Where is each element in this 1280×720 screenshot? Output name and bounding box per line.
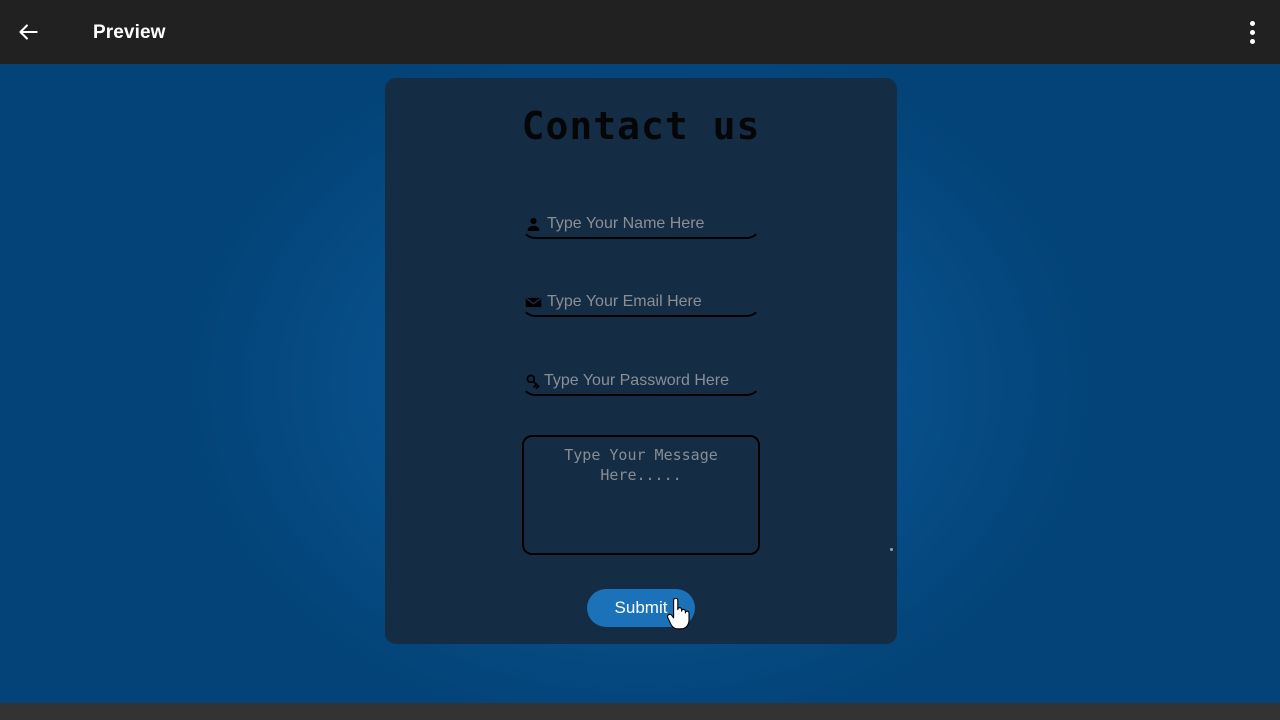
message-field-row <box>385 435 897 555</box>
system-bottom-bar <box>0 703 1280 720</box>
password-field[interactable] <box>521 366 761 396</box>
message-textarea[interactable] <box>522 435 760 555</box>
preview-stage: Contact us Type Your Name Here Type Your… <box>0 64 1280 703</box>
more-vertical-icon-dot-3 <box>1249 38 1255 44</box>
textarea-resize-handle[interactable] <box>890 548 893 551</box>
person-icon <box>523 214 543 234</box>
name-field-row <box>385 209 897 239</box>
page-title: Preview <box>93 21 166 43</box>
email-field-row <box>385 287 897 317</box>
password-field-row <box>385 366 897 396</box>
key-icon <box>523 371 543 391</box>
name-input[interactable] <box>547 211 759 237</box>
back-button[interactable] <box>0 0 56 64</box>
name-field[interactable] <box>521 209 761 239</box>
more-vertical-icon-dot-2 <box>1249 29 1255 35</box>
contact-form-heading: Contact us <box>521 104 761 148</box>
preview-screen: Preview Contact us Type Your Name Here T… <box>0 0 1280 720</box>
password-input[interactable] <box>544 368 759 394</box>
email-field[interactable] <box>521 287 761 317</box>
envelope-icon <box>523 292 543 312</box>
email-input[interactable] <box>547 289 759 315</box>
submit-button[interactable]: Submit <box>586 589 696 628</box>
more-vertical-icon-dot-1 <box>1249 20 1255 26</box>
submit-row: Submit <box>385 589 897 628</box>
app-bar: Preview <box>0 0 1280 64</box>
contact-card: Contact us Type Your Name Here Type Your… <box>385 78 897 644</box>
overflow-menu-button[interactable] <box>1224 0 1280 64</box>
arrow-left-icon <box>15 19 41 45</box>
